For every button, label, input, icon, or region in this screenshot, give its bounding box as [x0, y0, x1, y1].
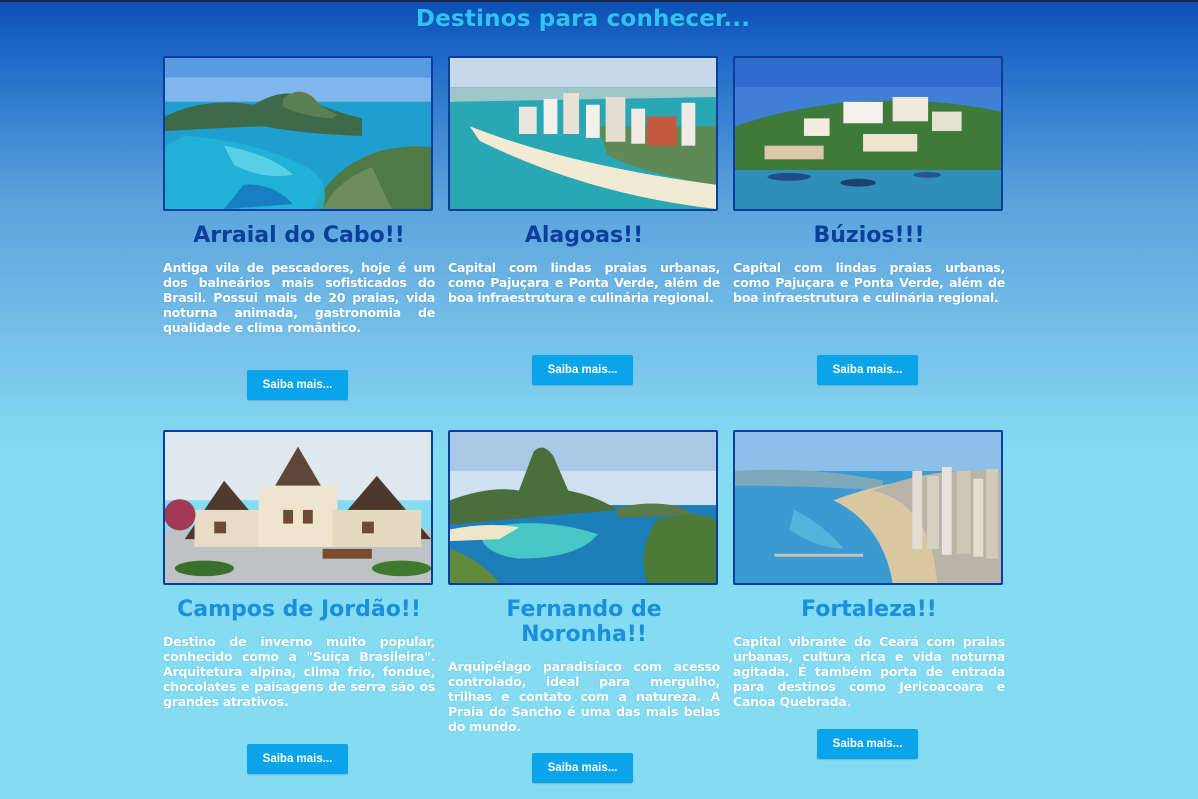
saiba-mais-button-noronha[interactable]: Saiba mais...	[532, 753, 633, 783]
destination-photo-fortaleza[interactable]	[733, 430, 1003, 585]
destination-card-campos: Campos de Jordão!! Destino de inverno mu…	[163, 430, 435, 709]
destination-title: Alagoas!!	[524, 223, 644, 248]
destination-description: Capital com lindas praias urbanas, como …	[448, 260, 720, 305]
saiba-mais-button-buzios[interactable]: Saiba mais...	[817, 355, 918, 385]
destination-photo-buzios[interactable]	[733, 56, 1003, 211]
destination-card-alagoas: Alagoas!! Capital com lindas praias urba…	[448, 56, 720, 305]
destination-description: Arquipélago paradisíaco com acesso contr…	[448, 659, 720, 734]
saiba-mais-button-arraial[interactable]: Saiba mais...	[247, 370, 348, 400]
destination-card-arraial: Arraial do Cabo!! Antiga vila de pescado…	[163, 56, 435, 335]
destination-title: Campos de Jordão!!	[177, 597, 421, 622]
top-border	[0, 0, 1198, 2]
destination-photo-campos[interactable]	[163, 430, 433, 585]
saiba-mais-button-alagoas[interactable]: Saiba mais...	[532, 355, 633, 385]
destination-description: Destino de inverno muito popular, conhec…	[163, 634, 435, 709]
destination-description: Capital vibrante do Ceará com praias urb…	[733, 634, 1005, 709]
destination-card-noronha: Fernando de Noronha!! Arquipélago paradi…	[448, 430, 720, 734]
destination-photo-alagoas[interactable]	[448, 56, 718, 211]
saiba-mais-button-fortaleza[interactable]: Saiba mais...	[817, 729, 918, 759]
destination-photo-noronha[interactable]	[448, 430, 718, 585]
destination-title: Fortaleza!!	[801, 597, 937, 622]
destination-title: Arraial do Cabo!!	[193, 223, 405, 248]
destination-card-buzios: Búzios!!! Capital com lindas praias urba…	[733, 56, 1005, 305]
page-title: Destinos para conhecer...	[415, 6, 751, 32]
saiba-mais-button-campos[interactable]: Saiba mais...	[247, 744, 348, 774]
destination-card-fortaleza: Fortaleza!! Capital vibrante do Ceará co…	[733, 430, 1005, 709]
destination-photo-arraial[interactable]	[163, 56, 433, 211]
destination-title: Búzios!!!	[813, 223, 925, 248]
destination-description: Antiga vila de pescadores, hoje é um dos…	[163, 260, 435, 335]
destination-description: Capital com lindas praias urbanas, como …	[733, 260, 1005, 305]
destination-title: Fernando de Noronha!!	[506, 597, 662, 647]
